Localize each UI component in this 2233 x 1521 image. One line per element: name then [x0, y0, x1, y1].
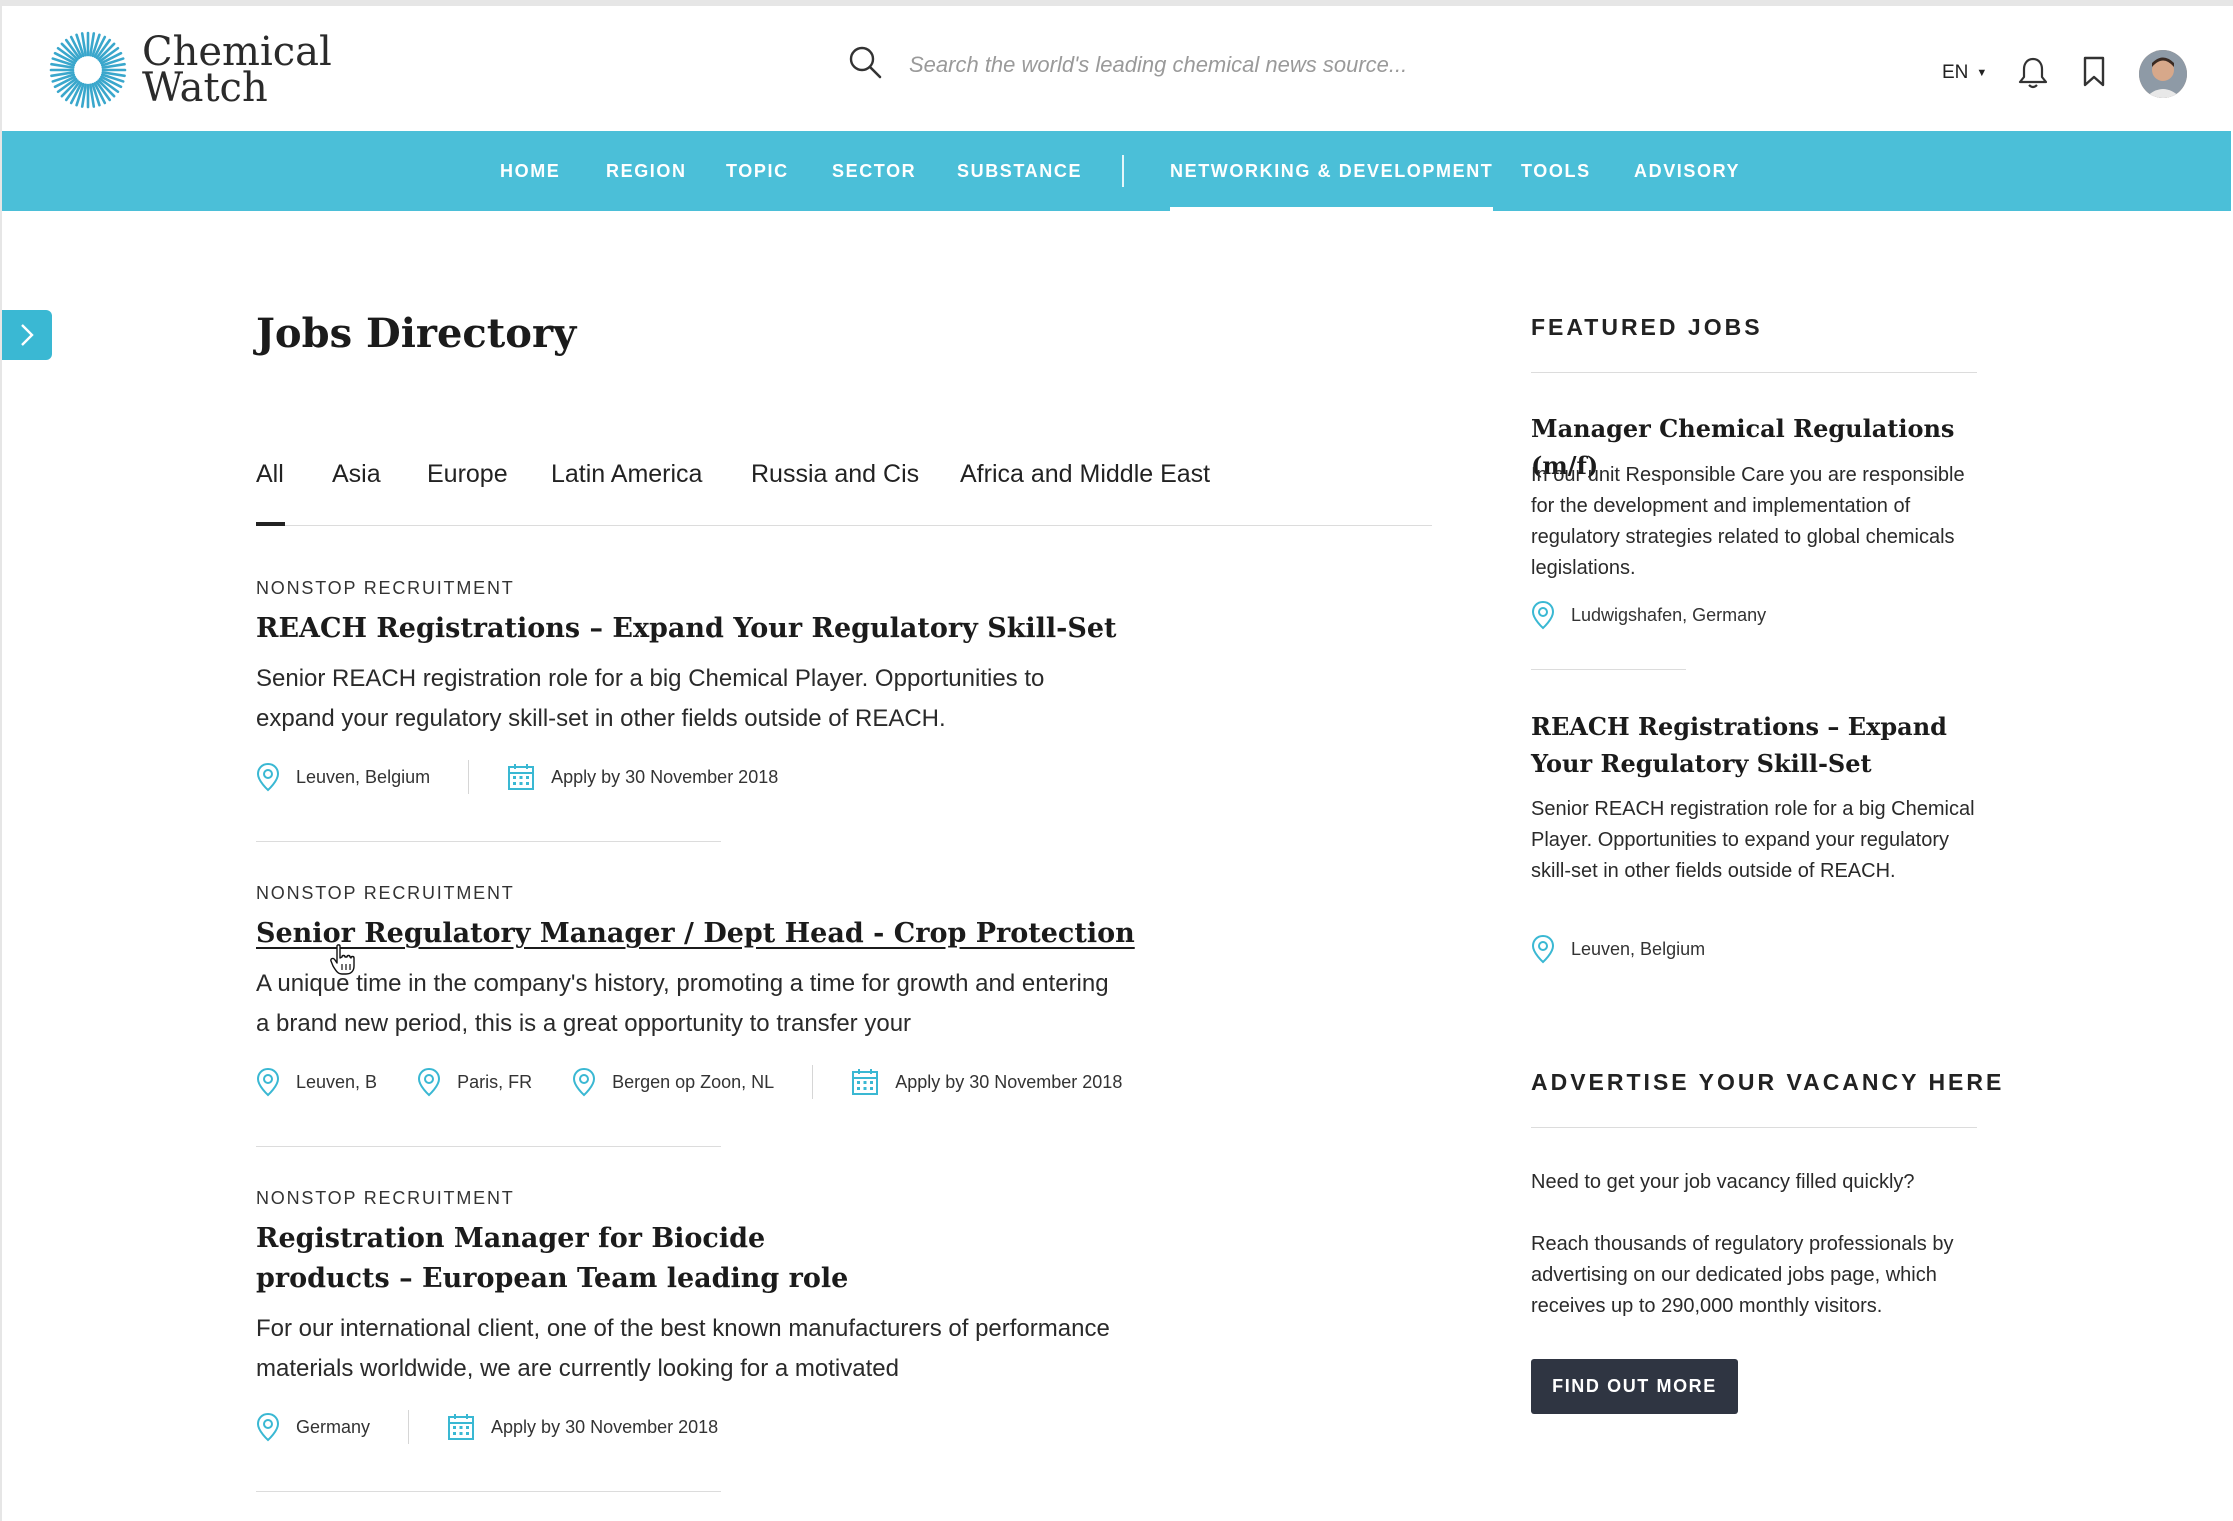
- meta-divider: [812, 1065, 814, 1099]
- nav-region[interactable]: REGION: [606, 131, 687, 211]
- job-meta: Leuven, Belgium Apply by 30 November 201…: [256, 759, 1156, 795]
- job-divider: [256, 1146, 721, 1147]
- job-meta: Germany Apply by 30 November 2018: [256, 1409, 1156, 1445]
- job-location: Germany: [256, 1412, 370, 1442]
- location-pin-icon: [418, 1067, 441, 1097]
- job-company: NONSTOP RECRUITMENT: [256, 1188, 515, 1208]
- job-title-link[interactable]: Senior Regulatory Manager / Dept Head - …: [256, 914, 1156, 954]
- tab-all[interactable]: All: [256, 460, 285, 526]
- advertise-intro: Need to get your job vacancy filled quic…: [1531, 1171, 1915, 1193]
- logo-sunburst-icon: [49, 31, 127, 109]
- nav-advisory[interactable]: ADVISORY: [1634, 131, 1740, 211]
- advertise-description: Reach thousands of regulatory profession…: [1531, 1233, 1954, 1317]
- featured-job-description: Senior REACH registration role for a big…: [1531, 798, 1975, 882]
- tab-africa-and-middle-east[interactable]: Africa and Middle East: [960, 460, 1210, 489]
- featured-job-location: Leuven, Belgium: [1531, 934, 1705, 964]
- location-pin-icon: [256, 1067, 280, 1097]
- site-header: Chemical Watch EN ▼: [2, 6, 2231, 131]
- meta-divider: [468, 760, 470, 794]
- job-location-label: Leuven, Belgium: [296, 766, 431, 787]
- job-divider: [256, 841, 721, 842]
- job-location-label: Leuven, B: [296, 1071, 378, 1092]
- job-listing: NONSTOP RECRUITMENT Registration Manager…: [256, 1188, 1156, 1445]
- job-apply-label: Apply by 30 November 2018: [895, 1071, 1123, 1092]
- nav-substance[interactable]: SUBSTANCE: [957, 131, 1082, 211]
- job-apply-date: Apply by 30 November 2018: [851, 1068, 1122, 1096]
- featured-job-location: Ludwigshafen, Germany: [1531, 600, 1766, 630]
- sidebar-toggle-button[interactable]: [2, 310, 52, 360]
- location-pin-icon: [256, 1412, 280, 1442]
- job-description: Senior REACH registration role for a big…: [256, 665, 1045, 732]
- job-listing: NONSTOP RECRUITMENT Senior Regulatory Ma…: [256, 883, 1156, 1100]
- featured-item-divider: [1531, 669, 1686, 670]
- search-bar: [847, 44, 1469, 85]
- job-apply-date: Apply by 30 November 2018: [507, 763, 778, 791]
- language-label: EN: [1942, 62, 1969, 83]
- tab-latin-america[interactable]: Latin America: [551, 460, 702, 489]
- nav-sector[interactable]: SECTOR: [832, 131, 916, 211]
- main-nav: HOME REGION TOPIC SECTOR SUBSTANCE NETWO…: [2, 131, 2231, 211]
- logo-line-2: Watch: [142, 65, 268, 111]
- logo-wordmark: Chemical Watch: [142, 32, 332, 111]
- advertise-heading: ADVERTISE YOUR VACANCY HERE: [1531, 1069, 2005, 1095]
- location-pin-icon: [1531, 934, 1555, 964]
- job-location-label: Bergen op Zoon, NL: [612, 1071, 775, 1092]
- featured-divider: [1531, 372, 1977, 373]
- nav-topic[interactable]: TOPIC: [726, 131, 789, 211]
- job-location-label: Paris, FR: [457, 1071, 533, 1092]
- calendar-icon: [448, 1414, 475, 1440]
- bookmark-icon[interactable]: [2082, 56, 2106, 88]
- featured-job-location-label: Leuven, Belgium: [1571, 938, 1706, 959]
- job-location: Leuven, Belgium: [256, 762, 430, 792]
- region-tabs: All Asia Europe Latin America Russia and…: [256, 460, 1432, 526]
- location-pin-icon: [256, 762, 280, 792]
- avatar[interactable]: [2139, 50, 2187, 98]
- job-location: Paris, FR: [417, 1067, 532, 1097]
- job-title-link[interactable]: Registration Manager for Biocide product…: [256, 1219, 896, 1299]
- job-apply-date: Apply by 30 November 2018: [447, 1413, 718, 1441]
- featured-job-location-label: Ludwigshafen, Germany: [1571, 604, 1767, 625]
- nav-home[interactable]: HOME: [500, 131, 560, 211]
- calendar-icon: [508, 764, 535, 790]
- nav-divider: [1122, 155, 1124, 187]
- location-pin-icon: [573, 1067, 596, 1097]
- job-company: NONSTOP RECRUITMENT: [256, 883, 515, 903]
- bell-icon[interactable]: [2016, 56, 2050, 90]
- job-title-link[interactable]: REACH Registrations – Expand Your Regula…: [256, 609, 1156, 649]
- hand-cursor-icon: [328, 944, 356, 981]
- location-pin-icon: [1531, 600, 1555, 630]
- job-apply-label: Apply by 30 November 2018: [491, 1416, 719, 1437]
- job-location: Bergen op Zoon, NL: [572, 1067, 774, 1097]
- meta-divider: [408, 1410, 410, 1444]
- caret-down-icon: ▼: [1976, 67, 1988, 79]
- tab-russia-and-cis[interactable]: Russia and Cis: [751, 460, 919, 489]
- language-selector[interactable]: EN ▼: [1942, 62, 1987, 84]
- job-company: NONSTOP RECRUITMENT: [256, 578, 515, 598]
- job-meta: Leuven, B Paris, FR Bergen op Zoon, NL A…: [256, 1064, 1156, 1100]
- job-listing: NONSTOP RECRUITMENT REACH Registrations …: [256, 578, 1156, 795]
- featured-job-title-link[interactable]: REACH Registrations – Expand Your Regula…: [1531, 708, 1977, 782]
- job-description: For our international client, one of the…: [256, 1315, 1110, 1382]
- tab-asia[interactable]: Asia: [332, 460, 381, 489]
- job-divider: [256, 1491, 721, 1492]
- page-title: Jobs Directory: [256, 310, 577, 357]
- job-location-label: Germany: [296, 1416, 371, 1437]
- logo[interactable]: Chemical Watch: [48, 30, 332, 110]
- job-description: A unique time in the company's history, …: [256, 970, 1109, 1037]
- advertise-divider: [1531, 1127, 1977, 1128]
- featured-job-description: In our unit Responsible Care you are res…: [1531, 464, 1965, 579]
- tab-europe[interactable]: Europe: [427, 460, 508, 489]
- chevron-right-icon: [21, 324, 34, 346]
- job-location: Leuven, B: [256, 1067, 377, 1097]
- find-out-more-button[interactable]: FIND OUT MORE: [1531, 1359, 1738, 1414]
- job-apply-label: Apply by 30 November 2018: [551, 766, 779, 787]
- nav-networking-development[interactable]: NETWORKING & DEVELOPMENT: [1170, 131, 1494, 211]
- nav-tools[interactable]: TOOLS: [1521, 131, 1591, 211]
- featured-jobs-heading: FEATURED JOBS: [1531, 314, 1763, 340]
- search-input[interactable]: [909, 51, 1469, 78]
- calendar-icon: [852, 1069, 879, 1095]
- search-icon[interactable]: [847, 44, 883, 85]
